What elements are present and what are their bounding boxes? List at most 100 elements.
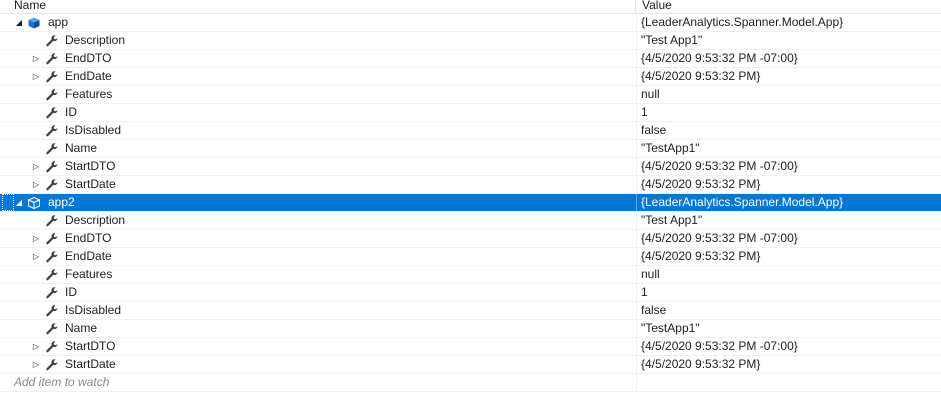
watch-row-isdisabled[interactable]: IsDisabled false [0, 122, 941, 140]
watch-item-value[interactable]: 1 [641, 284, 648, 301]
watch-item-name[interactable]: ID [65, 284, 77, 301]
value-column-header[interactable]: Value [636, 0, 672, 13]
watch-item-name[interactable]: IsDisabled [65, 122, 121, 139]
focus-indicator [2, 194, 14, 211]
watch-item-name[interactable]: Name [65, 320, 97, 337]
column-separator [636, 320, 637, 337]
column-separator [636, 338, 637, 355]
watch-row-isdisabled[interactable]: IsDisabled false [0, 302, 941, 320]
column-separator [636, 50, 637, 67]
watch-item-value[interactable]: {4/5/2020 9:53:32 PM} [641, 356, 760, 373]
watch-item-value[interactable]: {4/5/2020 9:53:32 PM} [641, 68, 760, 85]
watch-item-value[interactable]: {4/5/2020 9:53:32 PM -07:00} [641, 158, 798, 175]
watch-item-name[interactable]: EndDate [65, 68, 112, 85]
object-icon [27, 196, 41, 210]
watch-row-enddto[interactable]: ▷ EndDTO {4/5/2020 9:53:32 PM -07:00} [0, 230, 941, 248]
expanded-triangle-icon[interactable]: ◢ [13, 14, 25, 31]
watch-item-value[interactable]: {4/5/2020 9:53:32 PM -07:00} [641, 338, 798, 355]
watch-item-value[interactable]: null [641, 86, 660, 103]
watch-item-value[interactable]: false [641, 122, 666, 139]
watch-item-value[interactable]: {4/5/2020 9:53:32 PM} [641, 248, 760, 265]
column-separator [636, 356, 637, 373]
watch-rows: ◢ app {LeaderAnalytics.Spanner.Model.App} D… [0, 14, 941, 392]
column-separator [636, 158, 637, 175]
watch-row-startdate[interactable]: ▷ StartDate {4/5/2020 9:53:32 PM} [0, 356, 941, 374]
wrench-icon [45, 160, 59, 174]
column-separator [636, 302, 637, 319]
watch-item-name[interactable]: StartDTO [65, 158, 115, 175]
watch-item-name[interactable]: IsDisabled [65, 302, 121, 319]
watch-item-name[interactable]: Features [65, 266, 112, 283]
watch-window: Name Value ◢ app {LeaderAnalytics.Spanner.… [0, 0, 941, 405]
add-item-row[interactable]: Add item to watch [0, 374, 941, 392]
watch-row-name[interactable]: Name "TestApp1" [0, 320, 941, 338]
watch-row-id[interactable]: ID 1 [0, 284, 941, 302]
watch-row-features[interactable]: Features null [0, 86, 941, 104]
wrench-icon [45, 304, 59, 318]
watch-item-name[interactable]: Features [65, 86, 112, 103]
watch-item-value[interactable]: "TestApp1" [641, 140, 700, 157]
column-separator [636, 212, 637, 229]
watch-item-name[interactable]: Description [65, 212, 125, 229]
watch-row-app[interactable]: ◢ app {LeaderAnalytics.Spanner.Model.App} [0, 14, 941, 32]
wrench-icon [45, 268, 59, 282]
collapsed-triangle-icon[interactable]: ▷ [30, 50, 42, 67]
collapsed-triangle-icon[interactable]: ▷ [30, 230, 42, 247]
column-separator [636, 122, 637, 139]
watch-item-name[interactable]: app2 [48, 194, 75, 211]
watch-item-name[interactable]: ID [65, 104, 77, 121]
watch-item-name[interactable]: Name [65, 140, 97, 157]
watch-item-name[interactable]: EndDTO [65, 50, 111, 67]
watch-row-app2[interactable]: ◢ app2 {LeaderAnalytics.Spanner.Model.App} [0, 194, 941, 212]
collapsed-triangle-icon[interactable]: ▷ [30, 338, 42, 355]
watch-item-value[interactable]: "TestApp1" [641, 320, 700, 337]
wrench-icon [45, 124, 59, 138]
watch-item-value[interactable]: {4/5/2020 9:53:32 PM -07:00} [641, 50, 798, 67]
watch-item-name[interactable]: Description [65, 32, 125, 49]
collapsed-triangle-icon[interactable]: ▷ [30, 248, 42, 265]
watch-row-enddate[interactable]: ▷ EndDate {4/5/2020 9:53:32 PM} [0, 68, 941, 86]
watch-item-value[interactable]: {LeaderAnalytics.Spanner.Model.App} [641, 14, 843, 31]
watch-item-value[interactable]: {LeaderAnalytics.Spanner.Model.App} [641, 194, 843, 211]
watch-item-value[interactable]: false [641, 302, 666, 319]
watch-row-startdto[interactable]: ▷ StartDTO {4/5/2020 9:53:32 PM -07:00} [0, 158, 941, 176]
wrench-icon [45, 88, 59, 102]
watch-item-name[interactable]: StartDate [65, 176, 116, 193]
collapsed-triangle-icon[interactable]: ▷ [30, 176, 42, 193]
watch-item-value[interactable]: null [641, 266, 660, 283]
watch-item-name[interactable]: StartDTO [65, 338, 115, 355]
watch-row-description[interactable]: Description "Test App1" [0, 212, 941, 230]
watch-row-enddate[interactable]: ▷ EndDate {4/5/2020 9:53:32 PM} [0, 248, 941, 266]
expanded-triangle-icon[interactable]: ◢ [13, 194, 25, 211]
wrench-icon [45, 178, 59, 192]
object-icon [27, 16, 41, 30]
watch-item-value[interactable]: 1 [641, 104, 648, 121]
watch-item-value[interactable]: {4/5/2020 9:53:32 PM} [641, 176, 760, 193]
collapsed-triangle-icon[interactable]: ▷ [30, 158, 42, 175]
watch-item-value[interactable]: "Test App1" [641, 32, 702, 49]
collapsed-triangle-icon[interactable]: ▷ [30, 68, 42, 85]
watch-item-name[interactable]: EndDTO [65, 230, 111, 247]
watch-item-value[interactable]: {4/5/2020 9:53:32 PM -07:00} [641, 230, 798, 247]
column-separator [636, 14, 637, 31]
watch-row-startdto[interactable]: ▷ StartDTO {4/5/2020 9:53:32 PM -07:00} [0, 338, 941, 356]
watch-row-startdate[interactable]: ▷ StartDate {4/5/2020 9:53:32 PM} [0, 176, 941, 194]
add-item-placeholder[interactable]: Add item to watch [14, 374, 109, 391]
watch-row-name[interactable]: Name "TestApp1" [0, 140, 941, 158]
watch-item-name[interactable]: StartDate [65, 356, 116, 373]
wrench-icon [45, 340, 59, 354]
wrench-icon [45, 106, 59, 120]
watch-row-description[interactable]: Description "Test App1" [0, 32, 941, 50]
watch-row-features[interactable]: Features null [0, 266, 941, 284]
wrench-icon [45, 34, 59, 48]
watch-item-value[interactable]: "Test App1" [641, 212, 702, 229]
watch-item-name[interactable]: app [48, 14, 68, 31]
column-separator [636, 68, 637, 85]
column-separator [636, 32, 637, 49]
watch-row-enddto[interactable]: ▷ EndDTO {4/5/2020 9:53:32 PM -07:00} [0, 50, 941, 68]
collapsed-triangle-icon[interactable]: ▷ [30, 356, 42, 373]
name-column-header[interactable]: Name [0, 0, 636, 13]
wrench-icon [45, 250, 59, 264]
watch-item-name[interactable]: EndDate [65, 248, 112, 265]
watch-row-id[interactable]: ID 1 [0, 104, 941, 122]
